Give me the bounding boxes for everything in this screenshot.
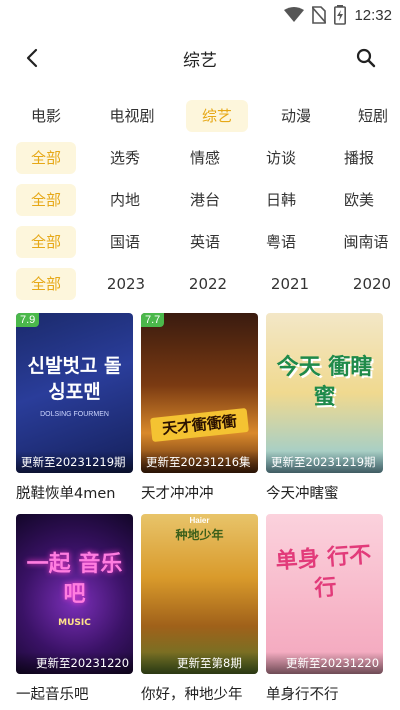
search-button[interactable] xyxy=(352,44,380,72)
content-card[interactable]: 今天 衝瞎蜜 更新至20231219期 今天冲瞎蜜 xyxy=(266,313,383,503)
update-label: 更新至20231216集 xyxy=(141,451,258,473)
filter-row-genre: 全部 选秀 情感 访谈 播报 xyxy=(0,142,400,176)
chip-type-tv[interactable]: 电视剧 xyxy=(100,100,164,132)
chip-lang-mandarin[interactable]: 国语 xyxy=(100,226,150,258)
chip-genre-all[interactable]: 全部 xyxy=(16,142,76,174)
card-title[interactable]: 你好，种地少年 xyxy=(141,683,258,704)
rating-badge: 7.9 xyxy=(16,313,40,327)
chip-genre-interview[interactable]: 访谈 xyxy=(256,142,306,174)
poster-title-art: 一起 音乐吧 xyxy=(26,552,123,607)
poster[interactable]: 单身 行不行 更新至20231220 xyxy=(266,514,383,674)
poster[interactable]: 天才衝衝衝 7.7 更新至20231216集 xyxy=(141,313,258,473)
no-sim-icon xyxy=(312,6,327,24)
chip-year-2021[interactable]: 2021 xyxy=(264,268,316,300)
poster[interactable]: 一起 音乐吧 MUSIC 更新至20231220 xyxy=(16,514,133,674)
wifi-icon xyxy=(284,7,305,22)
card-title[interactable]: 天才冲冲冲 xyxy=(141,482,258,503)
poster-brand-art: Haier xyxy=(189,516,210,525)
nav-bar: 综艺 xyxy=(0,36,400,80)
chip-type-variety[interactable]: 综艺 xyxy=(186,100,248,132)
search-icon xyxy=(356,48,376,68)
content-card[interactable]: 신발벗고 돌싱포맨 DOLSING FOURMEN 7.9 更新至2023121… xyxy=(16,313,133,503)
chip-region-jpkr[interactable]: 日韩 xyxy=(256,184,306,216)
content-card[interactable]: 一起 音乐吧 MUSIC 更新至20231220 一起音乐吧 xyxy=(16,514,133,704)
chip-region-west[interactable]: 欧美 xyxy=(334,184,384,216)
chip-type-short[interactable]: 短剧 xyxy=(346,100,400,132)
filter-row-region: 全部 内地 港台 日韩 欧美 xyxy=(0,184,400,218)
chip-region-hktw[interactable]: 港台 xyxy=(180,184,230,216)
poster-subtitle-art: MUSIC xyxy=(58,618,91,628)
battery-icon xyxy=(334,5,347,25)
chip-lang-all[interactable]: 全部 xyxy=(16,226,76,258)
content-card[interactable]: Haier 种地少年 更新至第8期 你好，种地少年 xyxy=(141,514,258,704)
poster-image xyxy=(141,313,258,473)
poster[interactable]: 신발벗고 돌싱포맨 DOLSING FOURMEN 7.9 更新至2023121… xyxy=(16,313,133,473)
chip-year-2022[interactable]: 2022 xyxy=(182,268,234,300)
chip-lang-minnan[interactable]: 闽南语 xyxy=(336,226,396,258)
content-card[interactable]: 单身 行不行 更新至20231220 单身行不行 xyxy=(266,514,383,704)
chip-year-all[interactable]: 全部 xyxy=(16,268,76,300)
update-label: 更新至20231220 xyxy=(266,652,383,674)
status-time: 12:32 xyxy=(354,6,392,24)
chip-lang-cantonese[interactable]: 粤语 xyxy=(256,226,306,258)
chip-type-anime[interactable]: 动漫 xyxy=(268,100,324,132)
filter-row-type: 电影 电视剧 综艺 动漫 短剧 xyxy=(0,100,400,134)
card-title[interactable]: 今天冲瞎蜜 xyxy=(266,482,383,503)
poster[interactable]: 今天 衝瞎蜜 更新至20231219期 xyxy=(266,313,383,473)
chip-type-movie[interactable]: 电影 xyxy=(18,100,74,132)
chip-lang-english[interactable]: 英语 xyxy=(180,226,230,258)
chip-region-mainland[interactable]: 内地 xyxy=(100,184,150,216)
card-title[interactable]: 脱鞋恢单4men xyxy=(16,482,133,503)
chip-genre-news[interactable]: 播报 xyxy=(334,142,384,174)
poster-title-art: 신발벗고 돌싱포맨 xyxy=(27,355,122,403)
rating-badge: 7.7 xyxy=(141,313,165,327)
poster-subtitle-art: DOLSING FOURMEN xyxy=(40,411,109,418)
chip-genre-talent[interactable]: 选秀 xyxy=(100,142,150,174)
update-label: 更新至20231219期 xyxy=(16,451,133,473)
chip-region-all[interactable]: 全部 xyxy=(16,184,76,216)
update-label: 更新至第8期 xyxy=(141,652,258,674)
poster-title-art: 今天 衝瞎蜜 xyxy=(276,355,373,410)
chip-genre-romance[interactable]: 情感 xyxy=(180,142,230,174)
card-title[interactable]: 一起音乐吧 xyxy=(16,683,133,704)
chip-year-2020[interactable]: 2020 xyxy=(346,268,398,300)
status-icons: 12:32 xyxy=(284,4,392,26)
poster-title-art: 种地少年 xyxy=(175,528,224,542)
page-title: 综艺 xyxy=(183,51,217,71)
status-bar: 12:32 xyxy=(0,0,400,30)
poster[interactable]: Haier 种地少年 更新至第8期 xyxy=(141,514,258,674)
filter-row-language: 全部 国语 英语 粤语 闽南语 xyxy=(0,226,400,260)
chip-year-2023[interactable]: 2023 xyxy=(100,268,152,300)
update-label: 更新至20231219期 xyxy=(266,451,383,473)
poster-title-art: 单身 行不行 xyxy=(274,542,373,602)
content-card[interactable]: 天才衝衝衝 7.7 更新至20231216集 天才冲冲冲 xyxy=(141,313,258,503)
update-label: 更新至20231220 xyxy=(16,652,133,674)
card-title[interactable]: 单身行不行 xyxy=(266,683,383,704)
filter-row-year: 全部 2023 2022 2021 2020 xyxy=(0,268,400,302)
